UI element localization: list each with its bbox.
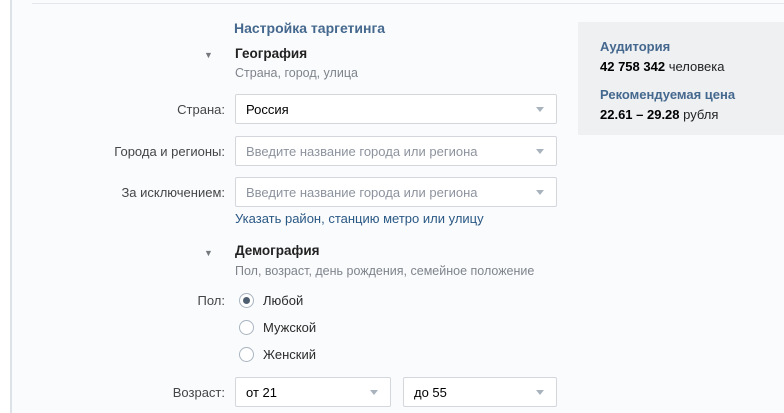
age-to-select[interactable]: до 55: [403, 377, 557, 407]
targeting-settings-page: Настройка таргетинга ▼ География Страна,…: [0, 0, 784, 413]
top-divider: [32, 3, 784, 4]
radio-label: Женский: [263, 346, 316, 362]
geography-collapse-triangle-icon[interactable]: ▼: [204, 50, 213, 60]
radio-icon[interactable]: [239, 346, 254, 362]
geography-section-subtitle: Страна, город, улица: [235, 66, 358, 80]
gender-label: Пол:: [197, 293, 226, 308]
chevron-down-icon: [536, 190, 544, 195]
country-label: Страна:: [177, 102, 225, 117]
age-from-value: от 21: [246, 384, 277, 400]
exclude-input[interactable]: [246, 184, 530, 200]
chevron-down-icon: [536, 390, 544, 395]
demography-section-subtitle: Пол, возраст, день рождения, семейное по…: [235, 264, 535, 278]
gender-option-any[interactable]: Любой: [239, 292, 303, 308]
chevron-down-icon: [536, 107, 544, 112]
geography-section-title[interactable]: География: [235, 46, 307, 61]
refine-location-link[interactable]: Указать район, станцию метро или улицу: [235, 211, 484, 226]
price-value-line: 22.61 – 29.28 рубля: [600, 107, 718, 122]
radio-label: Мужской: [263, 319, 317, 335]
age-from-select[interactable]: от 21: [235, 377, 391, 407]
price-unit: рубля: [683, 107, 719, 122]
country-selected-value: Россия: [246, 101, 289, 117]
gender-option-female[interactable]: Женский: [239, 346, 316, 362]
exclude-label: За исключением:: [121, 185, 225, 200]
age-label: Возраст:: [172, 385, 225, 400]
audience-value-line: 42 758 342 человека: [600, 59, 724, 74]
exclude-combobox[interactable]: [235, 177, 557, 207]
radio-icon[interactable]: [239, 292, 254, 308]
gender-option-male[interactable]: Мужской: [239, 319, 316, 335]
chevron-down-icon: [536, 149, 544, 154]
page-title: Настройка таргетинга: [234, 20, 386, 36]
cities-combobox[interactable]: [235, 136, 557, 166]
radio-icon[interactable]: [239, 319, 254, 335]
left-margin: [0, 0, 10, 413]
cities-label: Города и регионы:: [114, 144, 225, 159]
recommended-price-title: Рекомендуемая цена: [600, 87, 736, 102]
audience-title: Аудитория: [600, 39, 671, 54]
age-to-value: до 55: [414, 384, 447, 400]
audience-count: 42 758 342: [600, 59, 666, 74]
cities-input[interactable]: [246, 143, 530, 159]
audience-unit: человека: [668, 59, 725, 74]
price-range: 22.61 – 29.28: [600, 107, 680, 122]
chevron-down-icon: [370, 390, 378, 395]
vertical-divider: [10, 0, 12, 413]
country-select[interactable]: Россия: [235, 94, 557, 124]
demography-collapse-triangle-icon[interactable]: ▼: [204, 248, 213, 258]
radio-label: Любой: [263, 292, 304, 308]
demography-section-title[interactable]: Демография: [235, 243, 320, 258]
